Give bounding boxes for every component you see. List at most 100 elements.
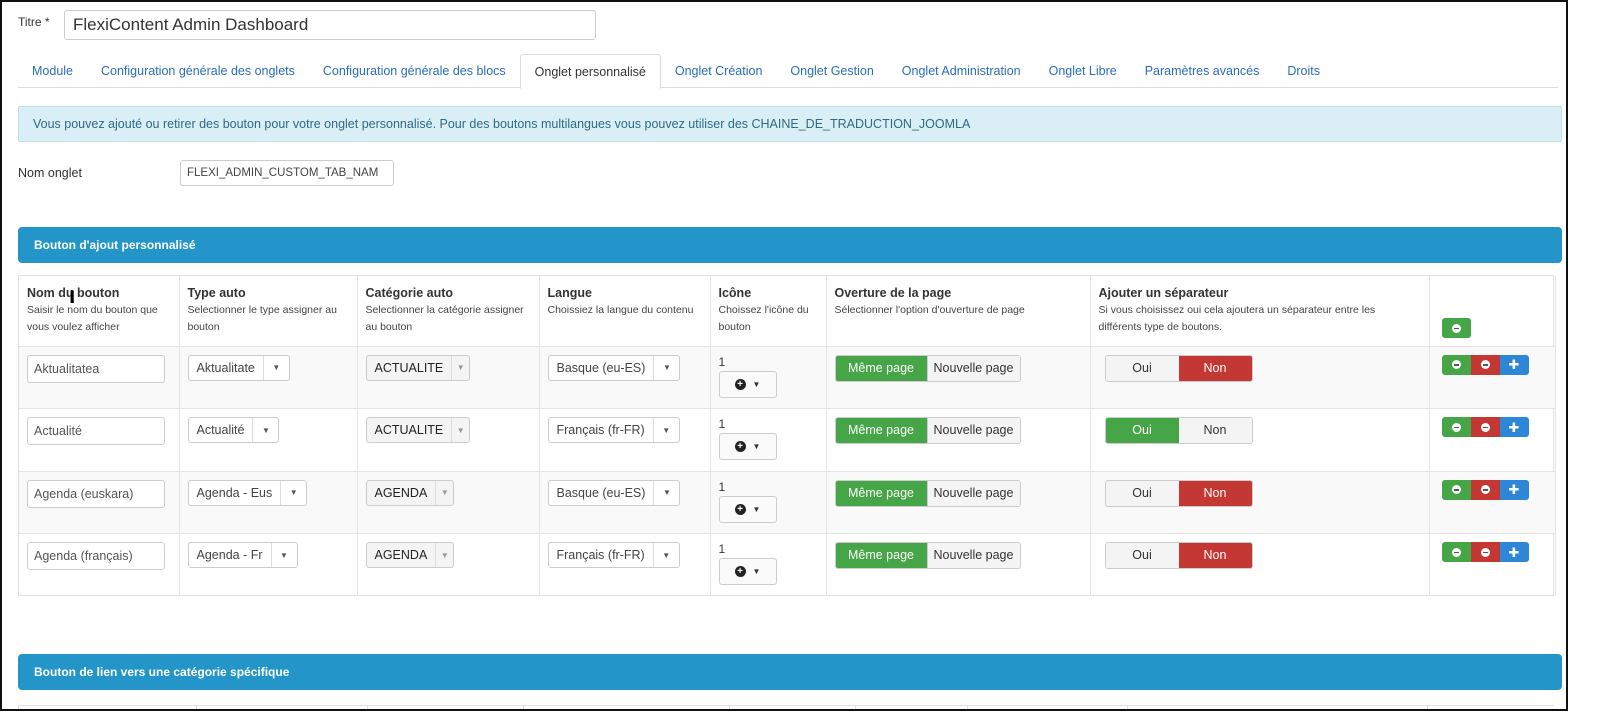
panel-custom-add-header[interactable]: Bouton d'ajout personnalisé: [18, 227, 1562, 263]
col-sub-language: Choissiez la langue du contenu: [547, 304, 694, 316]
move-row-button[interactable]: ✚: [1499, 542, 1529, 562]
cell-actions: ✚: [1429, 408, 1556, 471]
category-select[interactable]: ACTUALITE ▼: [365, 417, 471, 443]
col-title-opening: Overture de la page: [834, 286, 952, 300]
cell-language: Français (fr-FR) ▼: [539, 408, 711, 471]
new-page-option[interactable]: Nouvelle page: [927, 543, 1020, 568]
type-select-value: Actualité: [196, 423, 245, 437]
col-header-category: Catégorie auto Selectionner la catégorie…: [357, 276, 540, 346]
info-alert: Vous pouvez ajouté ou retirer des bouton…: [18, 106, 1562, 142]
icon-picker-button[interactable]: + ▼: [718, 558, 777, 585]
tab-onglet-gestion[interactable]: Onglet Gestion: [776, 54, 887, 88]
tab-onglet-creation[interactable]: Onglet Création: [661, 54, 777, 88]
same-page-option[interactable]: Même page: [835, 543, 928, 568]
tab-configuration-generale-des-onglets[interactable]: Configuration générale des onglets: [87, 54, 309, 88]
cell-separator: Oui Non: [1090, 345, 1430, 409]
title-input[interactable]: FlexiContent Admin Dashboard: [64, 10, 596, 40]
type-select[interactable]: Agenda - Eus ▼: [187, 479, 308, 506]
button-name-input[interactable]: Aktualitatea: [27, 354, 165, 383]
remove-row-button[interactable]: [1470, 542, 1500, 562]
add-row-button[interactable]: [1441, 318, 1471, 338]
category-select[interactable]: AGENDA ▼: [365, 542, 455, 568]
type-select[interactable]: Agenda - Fr ▼: [187, 542, 298, 568]
language-select-value: Basque (eu-ES): [556, 485, 646, 500]
language-select[interactable]: Français (fr-FR) ▼: [547, 417, 680, 443]
chevron-down-icon: ▼: [270, 543, 297, 567]
type-select[interactable]: Actualité ▼: [187, 417, 280, 443]
col-sub-category: Selectionner la catégorie assigner au bo…: [365, 304, 524, 333]
same-page-option[interactable]: Même page: [835, 355, 928, 381]
tab-name-input[interactable]: FLEXI_ADMIN_CUSTOM_TAB_NAM: [180, 160, 394, 186]
new-page-option[interactable]: Nouvelle page: [927, 418, 1020, 443]
minus-circle-icon: [1480, 485, 1490, 494]
button-name-input[interactable]: Actualité: [27, 417, 165, 445]
tab-configuration-generale-des-blocs[interactable]: Configuration générale des blocs: [309, 54, 520, 88]
bottom-col: [1128, 706, 1428, 709]
page-opening-toggle: Même page Nouvelle page: [834, 354, 1021, 382]
button-name-input[interactable]: Agenda (euskara): [27, 479, 165, 508]
button-name-input[interactable]: Agenda (français): [27, 542, 165, 570]
cell-icon: 1 + ▼: [710, 345, 827, 409]
cell-actions: ✚: [1429, 345, 1556, 409]
col-sub-type: Selectionner le type assigner au bouton: [187, 304, 337, 333]
language-select[interactable]: Français (fr-FR) ▼: [547, 542, 680, 568]
chevron-down-icon: ▼: [252, 418, 278, 442]
page-opening-toggle: Même page Nouvelle page: [834, 417, 1021, 444]
icon-picker-button[interactable]: + ▼: [718, 495, 777, 523]
add-after-button[interactable]: [1441, 479, 1471, 500]
tab-parametres-avances[interactable]: Paramètres avancés: [1131, 54, 1274, 88]
cell-opening: Même page Nouvelle page: [826, 470, 1091, 534]
separator-yes-option[interactable]: Oui: [1105, 418, 1179, 443]
same-page-option[interactable]: Même page: [835, 418, 928, 443]
move-row-button[interactable]: ✚: [1499, 479, 1529, 500]
tab-onglet-administration[interactable]: Onglet Administration: [888, 54, 1035, 88]
icon-count: 1: [718, 542, 726, 556]
separator-no-option[interactable]: Non: [1178, 355, 1252, 381]
separator-yes-option[interactable]: Oui: [1105, 480, 1179, 506]
new-page-option[interactable]: Nouvelle page: [927, 480, 1020, 506]
separator-no-option[interactable]: Non: [1178, 480, 1252, 506]
icon-picker-button[interactable]: + ▼: [718, 433, 777, 460]
type-select-value: Agenda - Fr: [196, 548, 263, 562]
col-sub-name: Saisir le nom du bouton que vous voulez …: [27, 304, 158, 333]
row-actions: ✚: [1441, 354, 1529, 375]
chevron-down-icon: ▼: [262, 355, 289, 380]
category-select[interactable]: ACTUALITE ▼: [365, 354, 471, 381]
icon-count: 1: [718, 354, 726, 369]
language-select[interactable]: Basque (eu-ES) ▼: [547, 479, 681, 506]
panel-category-link-header[interactable]: Bouton de lien vers une catégorie spécif…: [18, 654, 1562, 690]
separator-toggle: Oui Non: [1104, 417, 1253, 444]
add-row-green[interactable]: [1441, 318, 1471, 338]
separator-yes-option[interactable]: Oui: [1105, 543, 1179, 568]
tab-module[interactable]: Module: [18, 54, 87, 88]
tab-droits[interactable]: Droits: [1273, 54, 1334, 88]
cell-actions: ✚: [1429, 533, 1556, 596]
separator-no-option[interactable]: Non: [1178, 418, 1252, 443]
new-page-option[interactable]: Nouvelle page: [927, 355, 1020, 381]
chevron-down-icon: ▼: [752, 567, 761, 576]
tab-onglet-libre[interactable]: Onglet Libre: [1035, 54, 1131, 88]
add-after-button[interactable]: [1441, 354, 1471, 375]
app-window: Titre * FlexiContent Admin Dashboard Mod…: [0, 0, 1568, 711]
move-row-button[interactable]: ✚: [1499, 354, 1529, 375]
icon-picker-button[interactable]: + ▼: [718, 370, 777, 398]
tab-onglet-personnalise[interactable]: Onglet personnalisé: [519, 54, 661, 89]
add-after-button[interactable]: [1441, 417, 1471, 437]
separator-yes-option[interactable]: Oui: [1105, 355, 1179, 381]
title-row: Titre * FlexiContent Admin Dashboard: [18, 10, 596, 40]
col-header-opening: Overture de la page Sélectionner l'optio…: [826, 276, 1091, 346]
same-page-option[interactable]: Même page: [835, 480, 928, 506]
remove-row-button[interactable]: [1470, 479, 1500, 500]
plus-circle-icon: [1451, 485, 1461, 494]
tab-name-label: Nom onglet: [18, 166, 82, 180]
type-select[interactable]: Aktualitate ▼: [187, 354, 290, 381]
separator-no-option[interactable]: Non: [1178, 543, 1252, 568]
remove-row-button[interactable]: [1470, 354, 1500, 375]
language-select[interactable]: Basque (eu-ES) ▼: [547, 354, 681, 381]
icon-count: 1: [718, 479, 726, 494]
cell-separator: Oui Non: [1090, 408, 1430, 471]
move-row-button[interactable]: ✚: [1499, 417, 1529, 437]
category-select[interactable]: AGENDA ▼: [365, 479, 455, 506]
add-after-button[interactable]: [1441, 542, 1471, 562]
remove-row-button[interactable]: [1470, 417, 1500, 437]
